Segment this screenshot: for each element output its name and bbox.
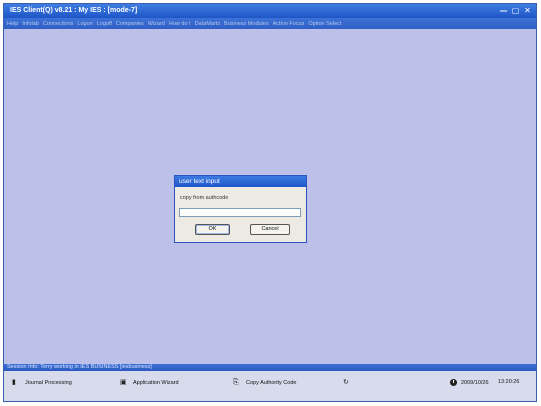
menu-action-focus[interactable]: Action Focus <box>273 21 305 27</box>
menu-wizard[interactable]: Wizard <box>148 21 165 27</box>
cancel-button[interactable]: Cancel <box>250 224 290 235</box>
clock-icon <box>450 379 457 386</box>
maximize-icon[interactable]: ▢ <box>511 6 520 15</box>
date-text: 2009/10/26 <box>461 379 489 386</box>
task-journal-processing[interactable]: ▮ Journal Processing <box>12 379 72 386</box>
dialog-title[interactable]: user text input <box>175 176 306 187</box>
task-refresh[interactable]: ↻ <box>343 379 350 386</box>
date-display: 2009/10/26 <box>450 379 489 386</box>
menu-logoff[interactable]: Logoff <box>97 21 112 27</box>
menu-datamarts[interactable]: DataMarts <box>195 21 220 27</box>
window-title: IES Client(Q) v8.21 : My IES : [mode-7] <box>10 7 138 14</box>
menu-logon[interactable]: Logon <box>77 21 92 27</box>
time-text: 13:20:26 <box>498 379 520 385</box>
copy-authority-icon: ⎘ <box>233 378 239 386</box>
task-label: Copy Authority Code <box>246 379 297 386</box>
close-icon[interactable]: ✕ <box>523 6 532 15</box>
session-info: Session Info: Terry working in IES BUSIN… <box>4 364 536 371</box>
menu-connections[interactable]: Connections <box>43 21 74 27</box>
menu-infolab[interactable]: Infolab <box>22 21 39 27</box>
task-label: Application Wizard <box>133 379 179 386</box>
journal-icon: ▮ <box>12 378 16 386</box>
dialog-prompt: copy from authcode <box>180 195 229 201</box>
menu-bar: Help Infolab Connections Logon Logoff Co… <box>4 18 536 29</box>
menu-help[interactable]: Help <box>7 21 18 27</box>
refresh-icon: ↻ <box>343 378 349 386</box>
task-application-wizard[interactable]: ▣ Application Wizard <box>120 379 179 386</box>
authcode-input[interactable] <box>179 208 301 217</box>
window-controls: — ▢ ✕ <box>499 6 532 15</box>
menu-option-select[interactable]: Option Select <box>308 21 341 27</box>
wizard-icon: ▣ <box>120 378 127 386</box>
user-text-input-dialog: user text input copy from authcode OK Ca… <box>174 175 307 243</box>
task-bar: ▮ Journal Processing ▣ Application Wizar… <box>4 371 536 401</box>
title-bar[interactable]: IES Client(Q) v8.21 : My IES : [mode-7] … <box>4 4 536 18</box>
menu-how-do-i[interactable]: How do I <box>169 21 191 27</box>
task-copy-authority-code[interactable]: ⎘ Copy Authority Code <box>233 379 296 386</box>
menu-companies[interactable]: Companies <box>116 21 144 27</box>
minimize-icon[interactable]: — <box>499 6 508 15</box>
ok-button[interactable]: OK <box>195 224 230 235</box>
menu-business-modules[interactable]: Business Modules <box>224 21 269 27</box>
task-label: Journal Processing <box>25 379 72 386</box>
